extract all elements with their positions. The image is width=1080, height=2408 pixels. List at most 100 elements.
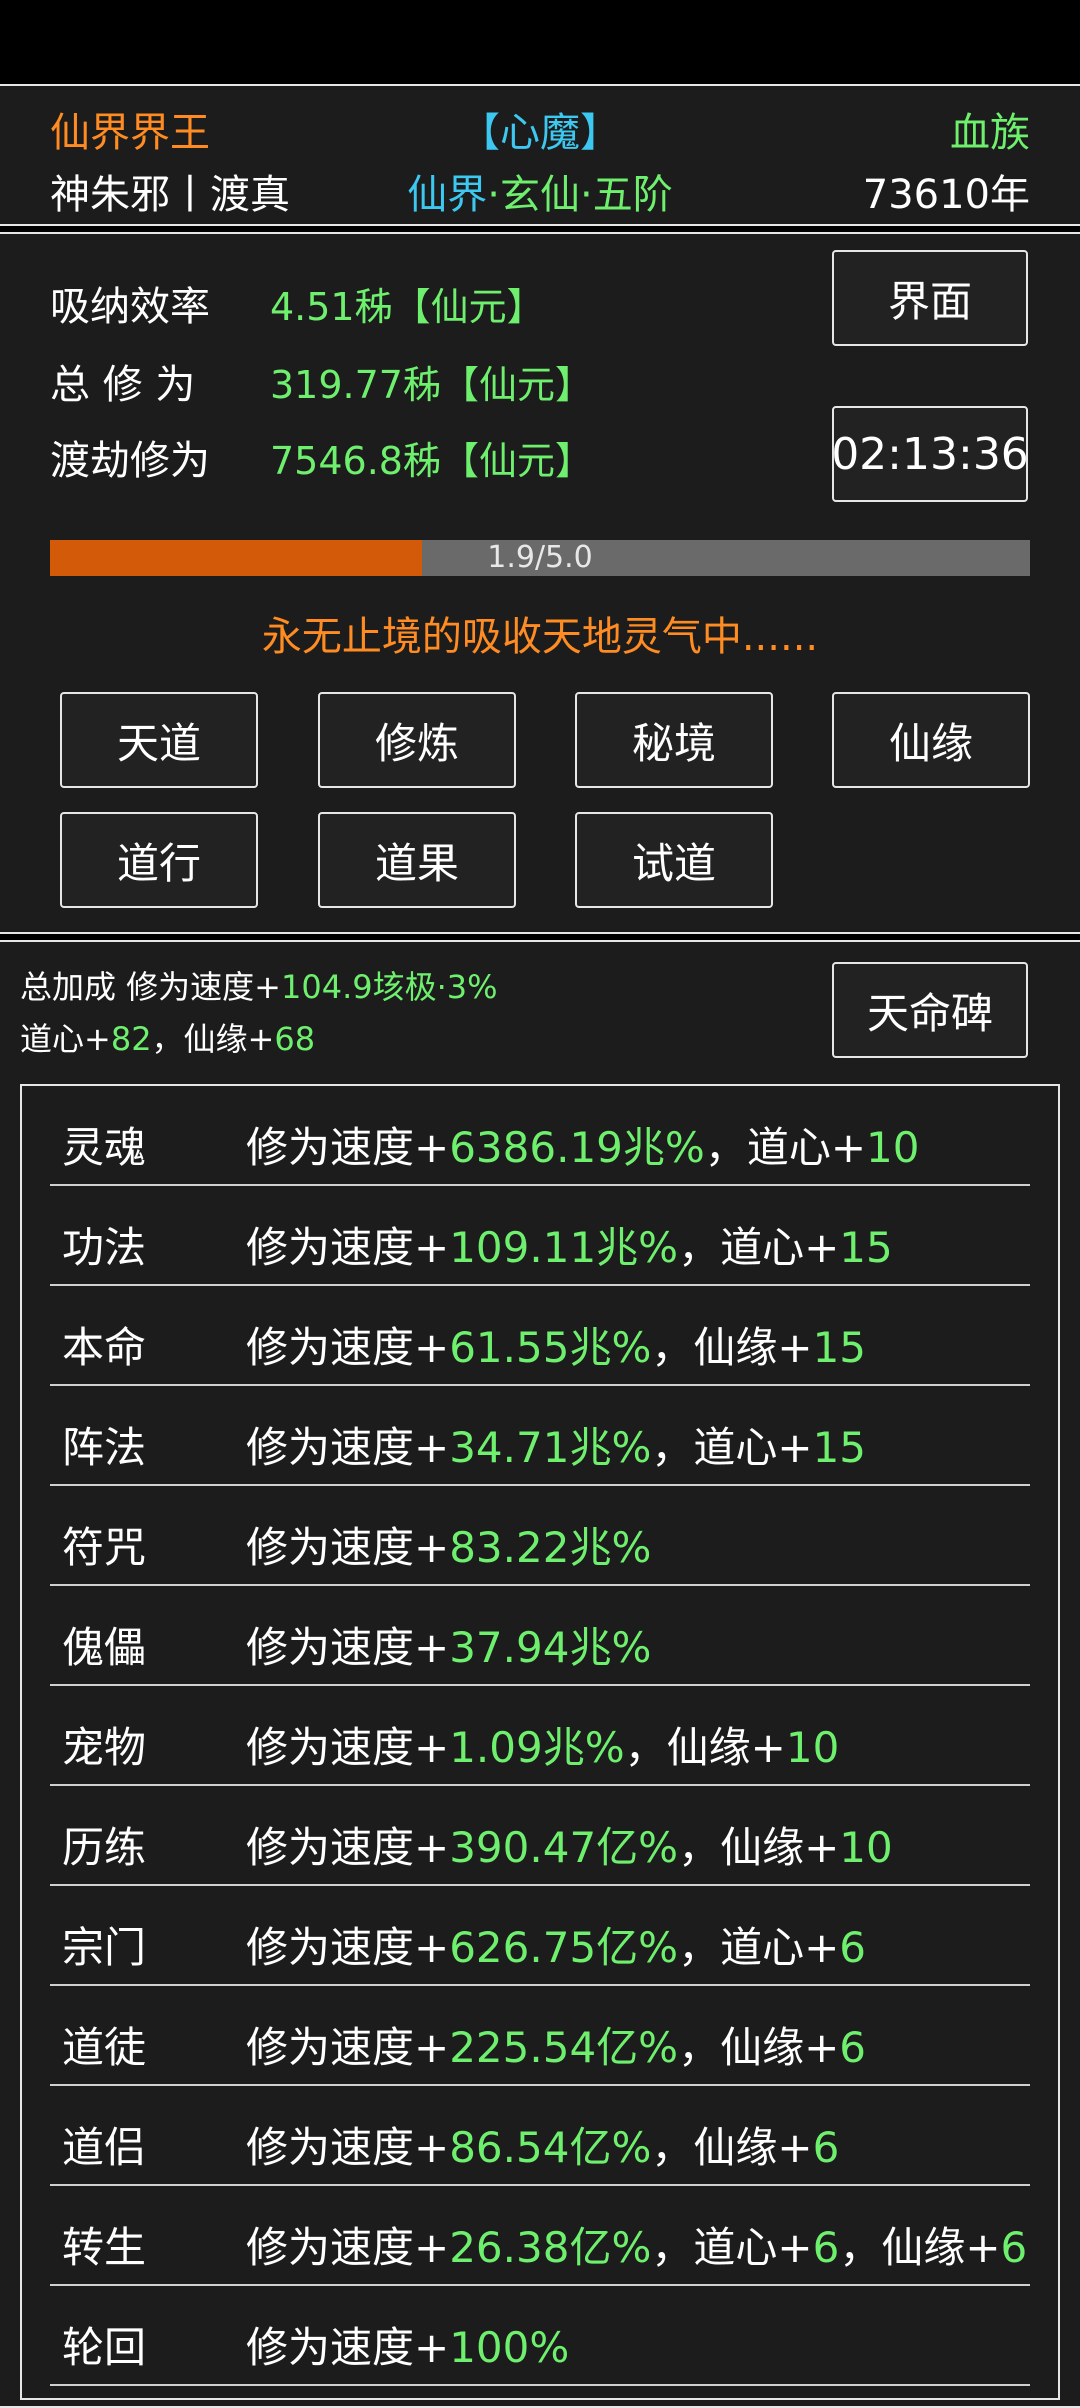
extra-label: 道心+ [693,2223,813,2272]
total-bonus-prefix: 总加成 修为速度+ [20,968,281,1006]
total-value: 319.77秭【仙元】 [270,363,593,407]
realm-dot-1: · [487,172,500,218]
speed-value: 109.11兆% [449,1223,679,1272]
extra-separator: ， [678,1223,721,1272]
extra-label: 仙缘+ [720,2023,840,2072]
speed-prefix: 修为速度+ [246,1723,450,1772]
list-item-description: 修为速度+225.54亿%，仙缘+6 [246,2014,866,2075]
extra-value: 10 [839,1823,893,1872]
menu-button-trial-dao[interactable]: 试道 [575,812,773,908]
extra-value: 15 [839,1223,893,1272]
menu-button-dao-fruit[interactable]: 道果 [318,812,516,908]
bonus-list[interactable]: 灵魂 修为速度+6386.19兆%，道心+10 功法 修为速度+109.11兆%，道心… [20,1084,1060,2400]
list-item-description: 修为速度+34.71兆%，道心+15 [246,1414,866,1475]
realm-dot-2: · [580,172,593,218]
menu-button-secret-realm[interactable]: 秘境 [575,692,773,788]
speed-prefix: 修为速度+ [246,1523,450,1572]
extra-separator: ， [678,2023,721,2072]
tribulation-value: 7546.8秭【仙元】 [270,439,593,483]
interface-button[interactable]: 界面 [832,250,1028,346]
speed-prefix: 修为速度+ [246,2323,450,2372]
stats-panel: 吸纳效率 4.51秭【仙元】 总 修 为 319.77秭【仙元】 渡劫修为 75… [0,232,1080,934]
immortal-fate-value: 68 [274,1020,316,1058]
status-message: 永无止境的吸收天地灵气中...... [261,614,819,660]
extra-separator: ， [651,1323,694,1372]
speed-value: 34.71兆% [449,1423,652,1472]
list-item: 宗门 修为速度+626.75亿%，道心+6 [50,1886,1030,1986]
extra-label: 道心+ [720,1223,840,1272]
progress-text: 1.9/5.0 [487,540,593,575]
list-item: 傀儡 修为速度+37.94兆% [50,1586,1030,1686]
years-text: 73610年 [862,172,1030,218]
realm-rank: 玄仙 [500,172,580,218]
extra-separator: ， [678,1923,721,1972]
menu-button-heaven-dao[interactable]: 天道 [60,692,258,788]
speed-value: 61.55兆% [449,1323,652,1372]
race-text: 血族 [950,110,1030,156]
extra-value: 6 [812,2123,840,2172]
list-item-description: 修为速度+83.22兆% [246,1514,651,1575]
total-bonus-value: 104.9垓极·3% [281,968,498,1006]
list-item: 本命 修为速度+61.55兆%，仙缘+15 [50,1286,1030,1386]
absorb-label: 吸纳效率 [50,284,210,330]
list-item-name: 道侣 [62,2123,147,2172]
extra-separator: ， [651,2123,694,2172]
extra-separator: ， [839,2223,882,2272]
menu-button-immortal-fate[interactable]: 仙缘 [832,692,1030,788]
list-item: 历练 修为速度+390.47亿%，仙缘+10 [50,1786,1030,1886]
list-item: 轮回 修为速度+100% [50,2286,1030,2386]
list-item-name: 灵魂 [62,1123,147,1172]
list-item-name: 傀儡 [62,1623,147,1672]
extra-value: 6 [839,2023,867,2072]
dao-heart-label: 道心+ [20,1020,111,1058]
list-item: 转生 修为速度+26.38亿%，道心+6，仙缘+6 [50,2186,1030,2286]
speed-value: 83.22兆% [449,1523,652,1572]
speed-prefix: 修为速度+ [246,1623,450,1672]
list-item: 道徒 修为速度+225.54亿%，仙缘+6 [50,1986,1030,2086]
extra-separator: ， [704,1123,747,1172]
list-item-name: 历练 [62,1823,147,1872]
extra-label: 仙缘+ [881,2223,1001,2272]
list-item: 灵魂 修为速度+6386.19兆%，道心+10 [50,1086,1030,1186]
list-item-name: 转生 [62,2223,147,2272]
speed-value: 86.54亿% [449,2123,652,2172]
list-item-description: 修为速度+100% [246,2314,569,2375]
extra-label: 仙缘+ [720,1823,840,1872]
fate-stele-button[interactable]: 天命碑 [832,962,1028,1058]
menu-button-dao-practice[interactable]: 道行 [60,812,258,908]
list-item-name: 道徒 [62,2023,147,2072]
list-item-description: 修为速度+86.54亿%，仙缘+6 [246,2114,839,2175]
list-item-name: 符咒 [62,1523,147,1572]
total-bonus-line: 总加成 修为速度+104.9垓极·3% [20,962,498,1008]
list-item-name: 阵法 [62,1423,147,1472]
dao-heart-value: 82 [110,1020,152,1058]
speed-prefix: 修为速度+ [246,1323,450,1372]
extra-value: 6 [812,2223,840,2272]
absorb-value: 4.51秭【仙元】 [270,285,545,329]
total-label: 总 修 为 [50,362,196,408]
speed-prefix: 修为速度+ [246,1223,450,1272]
extra-label: 仙缘+ [693,2123,813,2172]
list-item-description: 修为速度+37.94兆% [246,1614,651,1675]
bonus-panel: 总加成 修为速度+104.9垓极·3% 道心+82，仙缘+68 天命碑 灵魂 修为… [0,940,1080,2408]
extra-label: 仙缘+ [666,1723,786,1772]
list-item: 阵法 修为速度+34.71兆%，道心+15 [50,1386,1030,1486]
total-bonus-stats: 道心+82，仙缘+68 [20,1014,315,1060]
immortal-fate-label: ，仙缘+ [151,1020,275,1058]
speed-value: 1.09兆% [449,1723,625,1772]
extra-value: 6 [839,1923,867,1972]
extra-value: 15 [812,1423,867,1472]
speed-prefix: 修为速度+ [246,2023,450,2072]
speed-prefix: 修为速度+ [246,1423,450,1472]
speed-value: 390.47亿% [449,1823,679,1872]
speed-value: 100% [449,2323,570,2372]
list-item-name: 轮回 [62,2323,147,2372]
extra-value: 10 [785,1723,840,1772]
extra-label: 仙缘+ [693,1323,813,1372]
list-item-name: 宗门 [62,1923,147,1972]
extra-label: 道心+ [720,1923,840,1972]
list-item-description: 修为速度+626.75亿%，道心+6 [246,1914,866,1975]
speed-value: 37.94兆% [449,1623,652,1672]
extra-separator: ， [678,1823,721,1872]
menu-button-cultivate[interactable]: 修炼 [318,692,516,788]
